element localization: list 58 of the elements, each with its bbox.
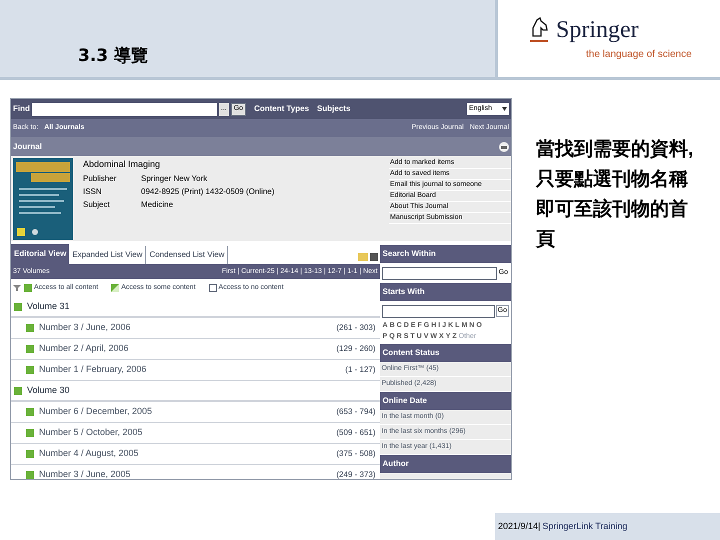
page-range: (375 - 508) bbox=[336, 448, 376, 460]
logo-tagline: the language of science bbox=[586, 48, 692, 62]
nav-link[interactable]: Subjects bbox=[317, 103, 350, 115]
starts-with-field[interactable] bbox=[382, 304, 495, 318]
issue-link[interactable]: Number 2 / April, 2006 bbox=[39, 342, 129, 356]
issue-link[interactable]: Number 3 / June, 2006 bbox=[39, 321, 131, 335]
full-access-icon bbox=[26, 324, 34, 332]
issue-link[interactable]: Number 6 / December, 2005 bbox=[39, 405, 152, 419]
field-label: Publisher bbox=[83, 172, 118, 184]
field-label: ISSN bbox=[83, 186, 103, 198]
page-range: (653 - 794) bbox=[336, 406, 376, 418]
caret-icon bbox=[502, 107, 507, 111]
issue-link[interactable]: Number 3 / June, 2005 bbox=[39, 468, 131, 479]
panel-header: Search Within bbox=[380, 245, 511, 263]
full-access-icon bbox=[26, 450, 34, 458]
find-field[interactable] bbox=[32, 102, 217, 116]
full-access-icon bbox=[26, 345, 34, 353]
issue-link[interactable]: Number 5 / October, 2005 bbox=[39, 426, 143, 440]
slide-title: 3.3 導覽 bbox=[78, 44, 148, 68]
page-range: (1 - 127) bbox=[345, 364, 376, 376]
panel-header: Online Date bbox=[380, 392, 511, 410]
footer-text: SpringerLink Training bbox=[542, 520, 628, 533]
full-access-icon bbox=[24, 284, 32, 292]
search-within-field[interactable] bbox=[382, 266, 497, 280]
section-title: Journal bbox=[13, 140, 42, 152]
field-value: Medicine bbox=[141, 198, 174, 210]
nav-link[interactable]: Content Types bbox=[254, 103, 310, 115]
filter-icon bbox=[13, 285, 21, 291]
full-access-icon bbox=[14, 386, 22, 394]
full-access-icon bbox=[14, 302, 22, 310]
full-access-icon bbox=[26, 429, 34, 437]
find-label: Find bbox=[13, 103, 30, 115]
no-access-icon bbox=[208, 284, 217, 292]
footer-date: 2021/9/14| bbox=[498, 520, 540, 533]
panel-header: Content Status bbox=[380, 344, 511, 362]
page-range: (509 - 651) bbox=[336, 427, 376, 439]
page-range: (249 - 373) bbox=[336, 469, 376, 479]
slide-note: 當找到需要的資料,只要點選刊物名稱即可至該刊物的首頁 bbox=[536, 138, 694, 252]
volume-link[interactable]: Volume 30 bbox=[27, 384, 70, 398]
full-access-icon bbox=[26, 408, 34, 416]
journal-title: Abdominal Imaging bbox=[83, 158, 162, 171]
volume-link[interactable]: Volume 31 bbox=[27, 300, 70, 314]
print-icon bbox=[499, 142, 509, 152]
full-access-icon bbox=[26, 471, 34, 479]
panel-header: Starts With bbox=[380, 283, 511, 301]
issue-link[interactable]: Number 4 / August, 2005 bbox=[39, 447, 139, 461]
full-access-icon bbox=[26, 366, 34, 374]
field-label: Subject bbox=[83, 198, 111, 210]
issue-link[interactable]: Number 1 / February, 2006 bbox=[39, 363, 146, 377]
field-value: 0942-8925 (Print) 1432-0509 (Online) bbox=[141, 186, 274, 198]
springer-logo: Springer bbox=[556, 18, 639, 42]
partial-access-icon bbox=[111, 284, 120, 292]
page-range: (129 - 260) bbox=[336, 343, 376, 355]
horse-head-icon bbox=[528, 16, 550, 44]
field-value: Springer New York bbox=[141, 172, 208, 184]
panel-header: Author bbox=[380, 455, 511, 473]
page-range: (261 - 303) bbox=[336, 322, 376, 334]
view-tab[interactable]: Editorial View bbox=[11, 244, 70, 264]
